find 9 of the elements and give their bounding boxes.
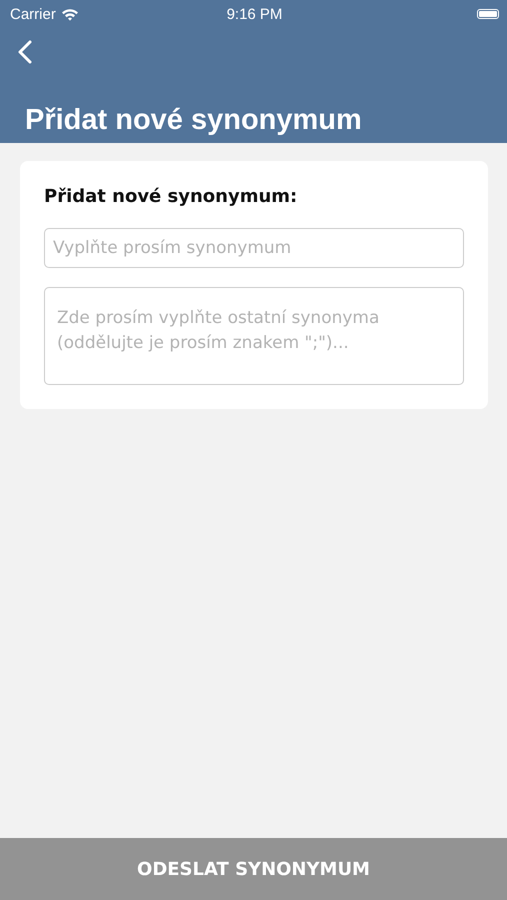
form-heading: Přidat nové synonymum: [44, 186, 298, 207]
synonym-input-field[interactable]: Vyplňte prosím synonymum [44, 228, 464, 268]
battery-icon [477, 9, 499, 19]
wifi-icon [60, 8, 79, 20]
carrier-label: Carrier [10, 6, 56, 22]
status-time: 9:16 PM [226, 6, 282, 22]
back-icon[interactable] [18, 40, 32, 64]
page-title: Přidat nové synonymum [25, 104, 363, 137]
other-synonyms-field[interactable]: Zde prosím vyplňte ostatní synonyma (oddělujte je prosím znakem ";")... [44, 287, 464, 385]
